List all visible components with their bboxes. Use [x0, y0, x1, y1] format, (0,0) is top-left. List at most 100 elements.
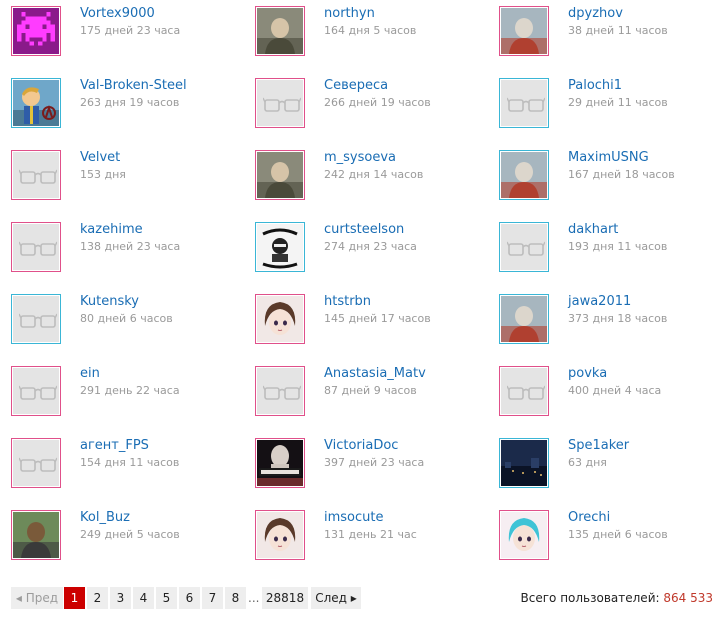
- user-name-link[interactable]: htstrbn: [324, 294, 371, 310]
- page-7-button[interactable]: 7: [202, 587, 223, 609]
- user-avatar[interactable]: [11, 294, 61, 344]
- photo-avatar: [501, 296, 547, 342]
- user-name-link[interactable]: Spe1aker: [568, 438, 629, 454]
- user-avatar[interactable]: [499, 366, 549, 416]
- page-6-button[interactable]: 6: [179, 587, 200, 609]
- user-card: ein 291 день 22 часа: [11, 366, 251, 422]
- glasses-icon: [501, 80, 547, 126]
- user-name-link[interactable]: dpyzhov: [568, 6, 623, 22]
- total-users-count: 864 533: [663, 591, 713, 605]
- user-name-link[interactable]: Velvet: [80, 150, 120, 166]
- user-avatar[interactable]: [255, 78, 305, 128]
- photo-avatar: [257, 152, 303, 198]
- user-avatar[interactable]: [11, 438, 61, 488]
- glasses-icon: [13, 152, 59, 198]
- user-name-link[interactable]: kazehime: [80, 222, 143, 238]
- user-avatar[interactable]: [255, 438, 305, 488]
- vault-boy-avatar: [13, 80, 59, 126]
- poster-avatar: [257, 224, 303, 270]
- user-name-link[interactable]: VictoriaDoc: [324, 438, 398, 454]
- page-3-button[interactable]: 3: [110, 587, 131, 609]
- prev-page-button[interactable]: ◂ Пред: [11, 587, 63, 609]
- user-avatar[interactable]: [255, 6, 305, 56]
- user-card: Velvet 153 дня: [11, 150, 251, 206]
- user-card: агент_FPS 154 дня 11 часов: [11, 438, 251, 494]
- glasses-icon: [13, 296, 59, 342]
- glasses-icon: [501, 224, 547, 270]
- user-avatar[interactable]: [255, 222, 305, 272]
- user-card: Val-Broken-Steel 263 дня 19 часов: [11, 78, 251, 134]
- user-registered-duration: 397 дней 23 часа: [324, 456, 425, 469]
- user-name-link[interactable]: imsocute: [324, 510, 383, 526]
- glasses-icon: [13, 224, 59, 270]
- user-registered-duration: 145 дней 17 часов: [324, 312, 431, 325]
- anime-avatar: [257, 512, 303, 558]
- user-avatar[interactable]: [255, 510, 305, 560]
- user-card: VictoriaDoc 397 дней 23 часа: [255, 438, 495, 494]
- user-avatar[interactable]: [499, 294, 549, 344]
- glasses-icon: [257, 80, 303, 126]
- night-city-avatar: [501, 440, 547, 486]
- user-avatar[interactable]: [499, 438, 549, 488]
- user-name-link[interactable]: Val-Broken-Steel: [80, 78, 187, 94]
- user-avatar[interactable]: [255, 294, 305, 344]
- user-card: Vortex9000 175 дней 23 часа: [11, 6, 251, 62]
- user-registered-duration: 63 дня: [568, 456, 607, 469]
- user-card: Orechi 135 дней 6 часов: [499, 510, 723, 566]
- user-name-link[interactable]: curtsteelson: [324, 222, 404, 238]
- user-registered-duration: 87 дней 9 часов: [324, 384, 417, 397]
- user-registered-duration: 167 дней 18 часов: [568, 168, 675, 181]
- user-name-link[interactable]: Kutensky: [80, 294, 139, 310]
- user-card: northyn 164 дня 5 часов: [255, 6, 495, 62]
- user-avatar[interactable]: [499, 150, 549, 200]
- user-registered-duration: 242 дня 14 часов: [324, 168, 424, 181]
- anime-avatar: [257, 296, 303, 342]
- user-card: dpyzhov 38 дней 11 часов: [499, 6, 723, 62]
- photo-avatar: [13, 512, 59, 558]
- user-name-link[interactable]: Vortex9000: [80, 6, 155, 22]
- user-name-link[interactable]: Orechi: [568, 510, 610, 526]
- user-avatar[interactable]: [11, 366, 61, 416]
- user-name-link[interactable]: Palochi1: [568, 78, 622, 94]
- user-registered-duration: 291 день 22 часа: [80, 384, 180, 397]
- user-name-link[interactable]: northyn: [324, 6, 375, 22]
- user-avatar[interactable]: [11, 222, 61, 272]
- user-name-link[interactable]: m_sysoeva: [324, 150, 396, 166]
- user-name-link[interactable]: dakhart: [568, 222, 618, 238]
- user-registered-duration: 400 дней 4 часа: [568, 384, 662, 397]
- user-name-link[interactable]: ein: [80, 366, 100, 382]
- user-card: Spe1aker 63 дня: [499, 438, 723, 494]
- user-registered-duration: 263 дня 19 часов: [80, 96, 180, 109]
- page-4-button[interactable]: 4: [133, 587, 154, 609]
- page-1-button[interactable]: 1: [64, 587, 85, 609]
- user-registered-duration: 154 дня 11 часов: [80, 456, 180, 469]
- photo-avatar: [257, 8, 303, 54]
- user-avatar[interactable]: [499, 78, 549, 128]
- user-avatar[interactable]: [11, 6, 61, 56]
- last-page-button[interactable]: 28818: [262, 587, 308, 609]
- user-name-link[interactable]: Kol_Buz: [80, 510, 130, 526]
- page-8-button[interactable]: 8: [225, 587, 246, 609]
- user-registered-duration: 138 дней 23 часа: [80, 240, 181, 253]
- user-card: Севереса 266 дней 19 часов: [255, 78, 495, 134]
- user-avatar[interactable]: [255, 150, 305, 200]
- user-registered-duration: 80 дней 6 часов: [80, 312, 173, 325]
- user-avatar[interactable]: [11, 150, 61, 200]
- user-avatar[interactable]: [255, 366, 305, 416]
- user-name-link[interactable]: агент_FPS: [80, 438, 149, 454]
- user-name-link[interactable]: Anastasia_Matv: [324, 366, 426, 382]
- user-avatar[interactable]: [11, 510, 61, 560]
- user-registered-duration: 29 дней 11 часов: [568, 96, 668, 109]
- user-avatar[interactable]: [499, 6, 549, 56]
- user-name-link[interactable]: povka: [568, 366, 607, 382]
- user-avatar[interactable]: [11, 78, 61, 128]
- page-5-button[interactable]: 5: [156, 587, 177, 609]
- user-name-link[interactable]: Севереса: [324, 78, 388, 94]
- user-name-link[interactable]: MaximUSNG: [568, 150, 649, 166]
- user-registered-duration: 266 дней 19 часов: [324, 96, 431, 109]
- user-avatar[interactable]: [499, 510, 549, 560]
- user-name-link[interactable]: jawa2011: [568, 294, 631, 310]
- next-page-button[interactable]: След ▸: [311, 587, 361, 609]
- user-avatar[interactable]: [499, 222, 549, 272]
- page-2-button[interactable]: 2: [87, 587, 108, 609]
